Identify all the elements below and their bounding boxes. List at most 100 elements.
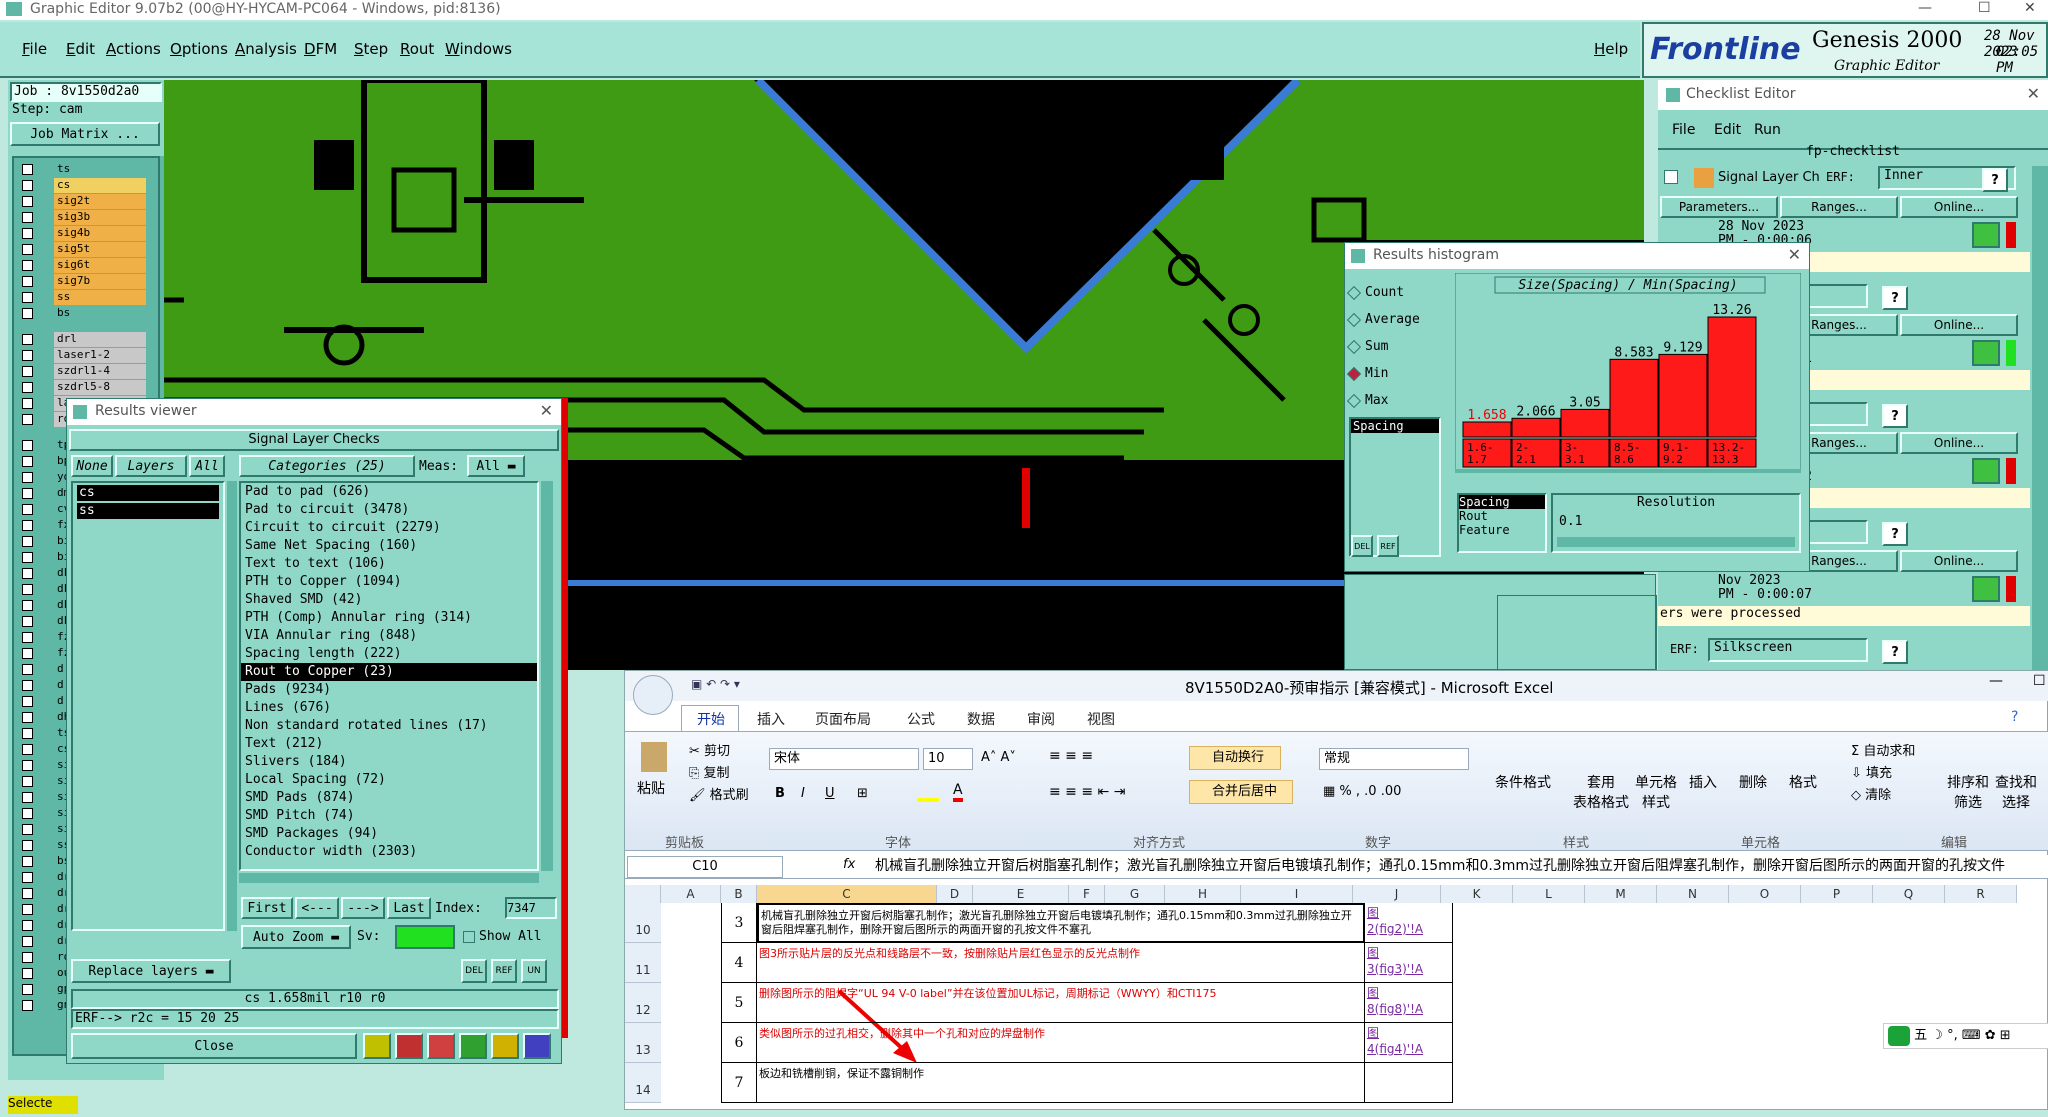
radio-icon[interactable] xyxy=(1346,339,1362,354)
category-item[interactable]: Text to text (106) xyxy=(241,555,537,573)
column-header[interactable]: A xyxy=(661,885,721,903)
font-color-icon[interactable]: A xyxy=(953,782,963,802)
column-header[interactable]: F xyxy=(1069,885,1105,903)
layer-checkbox[interactable] xyxy=(22,276,33,287)
run-zoom-icon[interactable] xyxy=(1972,458,2000,484)
checklist-menu-file[interactable]: File xyxy=(1672,122,1695,138)
sv-color-select[interactable] xyxy=(395,925,455,949)
layer-checkbox[interactable] xyxy=(22,334,33,345)
online-button[interactable]: Online... xyxy=(1900,314,2018,336)
insert-cells-button[interactable]: 插入 xyxy=(1689,772,1717,792)
conditional-format-button[interactable]: 条件格式 xyxy=(1495,772,1551,792)
help-icon[interactable]: ? xyxy=(1882,522,1908,546)
fill-button[interactable]: ⇩ 填充 xyxy=(1851,762,1892,781)
table-cell-text[interactable]: 板边和铣槽削铜，保证不露铜制作 xyxy=(757,1063,1365,1103)
layer-checkbox[interactable] xyxy=(22,888,33,899)
office-button[interactable] xyxy=(633,675,673,715)
layer-checkbox[interactable] xyxy=(22,696,33,707)
column-header[interactable]: I xyxy=(1241,885,1353,903)
table-cell-link[interactable]: 图 3(fig3)'!A xyxy=(1365,943,1453,983)
help-icon[interactable]: ? xyxy=(1982,168,2008,192)
auto-zoom-select[interactable]: Auto Zoom ▬ xyxy=(241,925,351,949)
histogram-list-item[interactable]: Spacing xyxy=(1351,419,1439,433)
help-icon[interactable]: ? xyxy=(2011,709,2018,725)
menu-actions[interactable]: Actions xyxy=(106,40,161,58)
grow-font-icon[interactable]: A˄ A˅ xyxy=(981,750,1016,765)
layer-name[interactable]: sig2t xyxy=(54,194,146,209)
del-icon[interactable]: DEL xyxy=(461,959,487,983)
layer-checkbox[interactable] xyxy=(22,366,33,377)
close-icon[interactable]: ✕ xyxy=(2024,0,2036,16)
table-cell-text[interactable]: 图3所示贴片层的反光点和线路层不一致，按删除贴片层红色显示的反光点制作 xyxy=(757,943,1365,983)
formula-input[interactable]: 机械盲孔删除独立开窗后树脂塞孔制作；激光盲孔删除独立开窗后电镀填孔制作；通孔0.… xyxy=(871,856,2047,878)
autosum-button[interactable]: Σ 自动求和 xyxy=(1851,740,1915,759)
layer-checkbox[interactable] xyxy=(22,456,33,467)
category-item[interactable]: Rout to Copper (23) xyxy=(241,663,537,681)
layer-name[interactable]: ss xyxy=(54,290,146,305)
layer-checkbox[interactable] xyxy=(22,244,33,255)
layer-row[interactable]: sig4b xyxy=(14,226,164,241)
histogram-bar[interactable] xyxy=(1707,316,1757,438)
categories-hscrollbar[interactable] xyxy=(239,873,539,883)
help-icon[interactable]: ? xyxy=(1882,286,1908,310)
cut-button[interactable]: ✂ 剪切 xyxy=(689,740,730,759)
maximize-icon[interactable]: ☐ xyxy=(1978,0,1991,16)
tab-view[interactable]: 视图 xyxy=(1087,709,1115,729)
radio-icon[interactable] xyxy=(1346,366,1362,381)
layer-checkbox[interactable] xyxy=(22,632,33,643)
layer-checkbox[interactable] xyxy=(22,808,33,819)
layer-name[interactable]: sig6t xyxy=(54,258,146,273)
tab-insert[interactable]: 插入 xyxy=(757,709,785,729)
layer-row[interactable]: laser1-2 xyxy=(14,348,164,363)
radio-icon[interactable] xyxy=(1346,393,1362,408)
sort-filter-button[interactable]: 排序和 筛选 xyxy=(1947,772,1989,812)
category-item[interactable]: Pads (9234) xyxy=(241,681,537,699)
menu-analysis[interactable]: Analysis xyxy=(235,40,297,58)
del-icon[interactable]: DEL xyxy=(1351,535,1373,557)
layer-row[interactable]: cs xyxy=(14,178,164,193)
histogram-scrollbar[interactable] xyxy=(1455,469,1801,473)
close-icon[interactable]: ✕ xyxy=(1788,245,1801,264)
layer-row[interactable]: sig5t xyxy=(14,242,164,257)
layer-checkbox[interactable] xyxy=(22,504,33,515)
tab-page-layout[interactable]: 页面布局 xyxy=(815,709,871,729)
layer-checkbox[interactable] xyxy=(22,308,33,319)
type-item-spacing[interactable]: Spacing xyxy=(1459,495,1545,509)
row-header[interactable]: 10 xyxy=(625,903,661,943)
column-header[interactable]: P xyxy=(1801,885,1873,903)
layer-checkbox[interactable] xyxy=(22,920,33,931)
tab-review[interactable]: 审阅 xyxy=(1027,709,1055,729)
resolution-slider[interactable] xyxy=(1557,537,1795,547)
layer-checkbox[interactable] xyxy=(22,228,33,239)
ime-toolbar[interactable]: 五 ☽ °, ⌨ ✿ ⊞ xyxy=(1883,1023,2048,1049)
menu-dfm[interactable]: DFM xyxy=(304,40,337,58)
type-item-rout[interactable]: Rout xyxy=(1459,509,1545,523)
job-matrix-button[interactable]: Job Matrix ... xyxy=(10,122,160,146)
column-header[interactable]: O xyxy=(1729,885,1801,903)
layer-checkbox[interactable] xyxy=(22,904,33,915)
checklist-menu-edit[interactable]: Edit xyxy=(1714,122,1741,138)
layer-name[interactable]: cs xyxy=(54,178,146,193)
table-cell-link[interactable]: 图 4(fig4)'!A xyxy=(1365,1023,1453,1063)
none-button[interactable]: None xyxy=(71,455,113,477)
result-layer-item[interactable]: cs xyxy=(77,485,219,501)
bold-icon[interactable]: B xyxy=(775,786,785,801)
paste-icon[interactable] xyxy=(641,742,667,772)
table-cell-number[interactable]: 7 xyxy=(721,1063,757,1103)
layer-checkbox[interactable] xyxy=(22,648,33,659)
histogram-option[interactable]: Min xyxy=(1346,360,1449,387)
category-item[interactable]: SMD Pitch (74) xyxy=(241,807,537,825)
layer-checkbox[interactable] xyxy=(22,952,33,963)
fill-color-icon[interactable] xyxy=(917,784,939,802)
table-cell-number[interactable]: 3 xyxy=(721,903,757,943)
histogram-bar[interactable] xyxy=(1658,353,1708,438)
action-checkbox[interactable] xyxy=(1664,170,1678,184)
format-painter-button[interactable]: 🖌 格式刷 xyxy=(689,784,749,803)
maximize-icon[interactable]: ☐ xyxy=(2033,673,2046,689)
category-item[interactable]: Spacing length (222) xyxy=(241,645,537,663)
close-icon[interactable]: ✕ xyxy=(2027,84,2040,103)
category-item[interactable]: PTH to Copper (1094) xyxy=(241,573,537,591)
layer-checkbox[interactable] xyxy=(22,792,33,803)
layer-checkbox[interactable] xyxy=(22,968,33,979)
layer-name[interactable]: szdrl1-4 xyxy=(54,364,146,379)
